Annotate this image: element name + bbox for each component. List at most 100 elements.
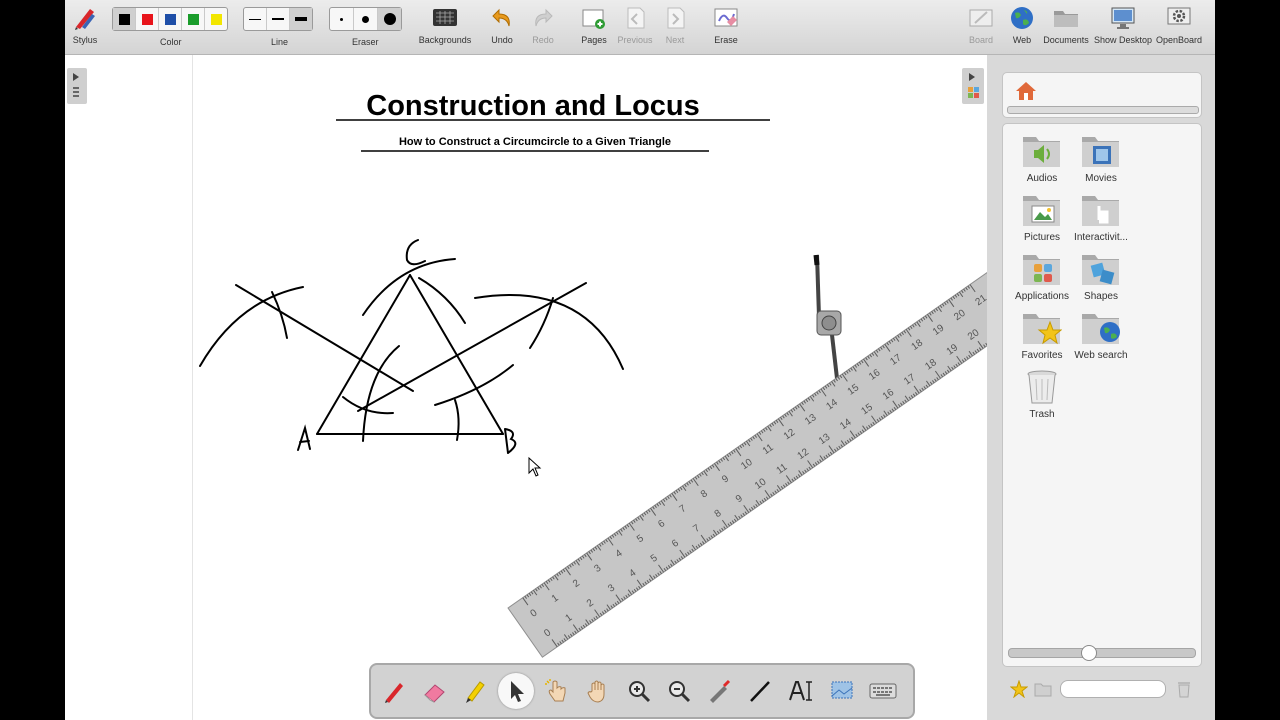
label-b-stroke bbox=[504, 428, 517, 454]
line-thin-button[interactable] bbox=[244, 8, 267, 30]
color-swatch-blue[interactable] bbox=[159, 8, 182, 30]
web-label: Web bbox=[1012, 35, 1032, 45]
zoom-in-button[interactable] bbox=[621, 673, 657, 709]
library-item-applications[interactable]: Applications bbox=[1012, 251, 1072, 302]
line-icon bbox=[750, 681, 770, 702]
library-item-favorites[interactable]: Favorites bbox=[1012, 310, 1072, 361]
eraser-medium-button[interactable] bbox=[354, 8, 378, 30]
star-icon bbox=[1022, 310, 1063, 346]
backgrounds-button[interactable]: Backgrounds bbox=[417, 4, 473, 50]
new-folder-icon[interactable] bbox=[1034, 681, 1052, 702]
side-bc bbox=[409, 274, 504, 435]
monitor-icon bbox=[1109, 4, 1137, 32]
whiteboard-canvas[interactable]: 0 1 2 3 4 5 6 7 8 9 10 11 12 13 14 15 16 17 18 19 20 21 0 1 2 3 4 5… bbox=[193, 55, 987, 720]
trash-icon bbox=[1022, 369, 1062, 405]
marker-tool-button[interactable] bbox=[457, 673, 493, 709]
laser-pointer-button[interactable] bbox=[701, 673, 737, 709]
documents-label: Documents bbox=[1043, 35, 1089, 45]
side-ac bbox=[316, 274, 411, 435]
color-label: Color bbox=[160, 37, 182, 47]
pages-panel-toggle[interactable] bbox=[67, 68, 87, 104]
library-item-label: Audios bbox=[1026, 173, 1058, 184]
board-button[interactable]: Board bbox=[964, 4, 998, 50]
show-desktop-button[interactable]: Show Desktop bbox=[1094, 4, 1152, 50]
arc-top bbox=[362, 258, 456, 316]
color-swatch-black[interactable] bbox=[113, 8, 136, 30]
library-search-input[interactable] bbox=[1060, 680, 1166, 698]
compass-tool[interactable] bbox=[813, 254, 842, 388]
stylus-label: Stylus bbox=[72, 35, 98, 45]
library-item-web-search[interactable]: Web search bbox=[1071, 310, 1131, 361]
openboard-menu-button[interactable]: OpenBoard bbox=[1156, 4, 1202, 50]
library-item-label: Shapes bbox=[1084, 291, 1118, 302]
zoom-in-icon bbox=[629, 681, 651, 703]
redo-button[interactable]: Redo bbox=[526, 4, 560, 50]
line-label: Line bbox=[271, 37, 289, 47]
library-item-label: Movies bbox=[1085, 173, 1117, 184]
eraser-small-button[interactable] bbox=[330, 8, 354, 30]
label-a-stroke bbox=[297, 424, 311, 451]
line-width-palette bbox=[243, 7, 313, 31]
color-swatch-yellow[interactable] bbox=[205, 8, 227, 30]
library-panel-toggle[interactable] bbox=[962, 68, 984, 104]
stylus-palette bbox=[369, 663, 915, 719]
library-item-audios[interactable]: Audios bbox=[1012, 133, 1072, 184]
home-icon[interactable] bbox=[1015, 81, 1037, 106]
selector-tool-button[interactable] bbox=[498, 673, 534, 709]
mouse-cursor bbox=[528, 456, 542, 477]
top-toolbar: Stylus Color Line Eraser Backgrounds Und… bbox=[65, 0, 1215, 55]
library-navigation bbox=[1002, 72, 1202, 118]
next-page-icon bbox=[661, 4, 689, 32]
capture-tool-button[interactable] bbox=[824, 673, 860, 709]
zoom-out-button[interactable] bbox=[661, 673, 697, 709]
library-item-trash[interactable]: Trash bbox=[1012, 369, 1072, 420]
stylus-button[interactable]: Stylus bbox=[69, 4, 101, 50]
web-button[interactable]: Web bbox=[1005, 4, 1039, 50]
folder-icon bbox=[1052, 4, 1080, 32]
line-tool-button[interactable] bbox=[742, 673, 778, 709]
text-tool-button[interactable] bbox=[783, 673, 819, 709]
pages-label: Pages bbox=[581, 35, 607, 45]
line-thick-button[interactable] bbox=[290, 8, 312, 30]
eraser-label: Eraser bbox=[352, 37, 379, 47]
page-subtitle: How to Construct a Circumcircle to a Giv… bbox=[398, 136, 671, 148]
hand-icon bbox=[1081, 192, 1121, 228]
screen-capture-icon bbox=[831, 681, 853, 699]
color-swatch-green[interactable] bbox=[182, 8, 205, 30]
previous-button[interactable]: Previous bbox=[614, 4, 656, 50]
library-item-pictures[interactable]: Pictures bbox=[1012, 192, 1072, 243]
picture-icon bbox=[1022, 192, 1062, 228]
color-swatch-red[interactable] bbox=[136, 8, 159, 30]
grid-icon bbox=[431, 4, 459, 32]
undo-button[interactable]: Undo bbox=[485, 4, 519, 50]
favorite-star-icon[interactable] bbox=[1009, 679, 1029, 703]
slider-handle[interactable] bbox=[1081, 645, 1097, 661]
library-path-scrollbar[interactable] bbox=[1007, 106, 1199, 114]
eraser-tool-button[interactable] bbox=[417, 673, 453, 709]
erase-button[interactable]: Erase bbox=[709, 4, 743, 50]
pages-button[interactable]: Pages bbox=[577, 4, 611, 50]
interact-tool-button[interactable] bbox=[539, 673, 575, 709]
stylus-icon bbox=[71, 4, 99, 32]
ruler-tool[interactable]: 0123456789101112131415161718192021012345… bbox=[507, 268, 987, 658]
erase-label: Erase bbox=[714, 35, 738, 45]
line-medium-button[interactable] bbox=[267, 8, 290, 30]
next-button[interactable]: Next bbox=[658, 4, 692, 50]
documents-button[interactable]: Documents bbox=[1043, 4, 1089, 50]
shapes-icon bbox=[1081, 251, 1121, 287]
thumbnail-size-slider[interactable] bbox=[1008, 645, 1196, 661]
pen-tool-button[interactable] bbox=[377, 673, 413, 709]
globe-icon bbox=[1081, 310, 1121, 346]
library-item-shapes[interactable]: Shapes bbox=[1071, 251, 1131, 302]
library-item-interactivities[interactable]: Interactivit... bbox=[1071, 192, 1131, 243]
triangle-construction bbox=[199, 258, 624, 442]
hand-tool-button[interactable] bbox=[580, 673, 616, 709]
eraser-large-button[interactable] bbox=[378, 8, 401, 30]
delete-trash-icon[interactable] bbox=[1176, 680, 1192, 703]
virtual-keyboard-button[interactable] bbox=[865, 673, 901, 709]
undo-label: Undo bbox=[491, 35, 513, 45]
redo-label: Redo bbox=[532, 35, 554, 45]
eraser-icon bbox=[424, 684, 445, 703]
apps-icon bbox=[1022, 251, 1062, 287]
library-item-movies[interactable]: Movies bbox=[1071, 133, 1131, 184]
